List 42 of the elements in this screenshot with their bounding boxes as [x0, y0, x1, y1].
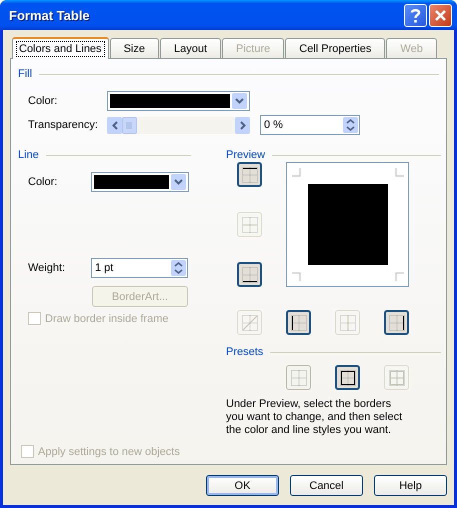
field-label: Weight: [28, 262, 66, 274]
border-icon [290, 314, 306, 330]
section-heading: Fill [18, 68, 32, 80]
checkbox-label: Apply settings to new objects [38, 446, 180, 458]
tab[interactable]: Cell Properties [285, 38, 386, 58]
tab[interactable]: Colors and Lines [12, 37, 109, 59]
close-icon[interactable] [429, 4, 452, 26]
weight-field[interactable]: 1 pt [91, 258, 188, 278]
section-heading: Presets [226, 346, 264, 358]
border-button[interactable] [384, 310, 409, 335]
border-icon [340, 370, 356, 386]
dialog-button[interactable]: Help [374, 475, 447, 496]
border-icon [242, 216, 258, 232]
section-heading: Preview [226, 149, 266, 161]
tab[interactable]: Size [110, 38, 159, 58]
help-icon[interactable] [404, 4, 427, 26]
transparency-field[interactable]: 0 % [260, 115, 360, 135]
tab[interactable]: Layout [160, 38, 221, 58]
section-heading: Line [18, 149, 39, 161]
color-dropdown[interactable] [91, 172, 189, 192]
border-icon [290, 370, 306, 386]
border-icon [340, 314, 356, 330]
border-icon [242, 166, 258, 182]
border-button[interactable] [237, 262, 262, 287]
hint-text: Under Preview, select the borders you want to change, and then select the color and line styles you want. [226, 398, 404, 437]
border-icon [242, 266, 258, 282]
border-icon [388, 314, 404, 330]
border-icon [388, 370, 404, 386]
border-button[interactable] [286, 310, 311, 335]
color-dropdown[interactable] [107, 91, 250, 111]
spin-arrows-icon[interactable] [343, 117, 358, 133]
dialog-button[interactable]: Cancel [290, 475, 363, 496]
checkbox-label: Draw border inside frame [45, 312, 168, 324]
window-title: Format Table [9, 8, 90, 22]
spin-arrows-icon[interactable] [171, 260, 186, 276]
dialog-button[interactable]: OK [206, 475, 279, 496]
field-label: Color: [28, 176, 58, 188]
border-button[interactable] [335, 365, 360, 390]
border-button[interactable] [237, 162, 262, 187]
border-icon [242, 314, 258, 330]
field-label: Transparency: [28, 119, 99, 131]
field-label: Color: [28, 95, 58, 107]
